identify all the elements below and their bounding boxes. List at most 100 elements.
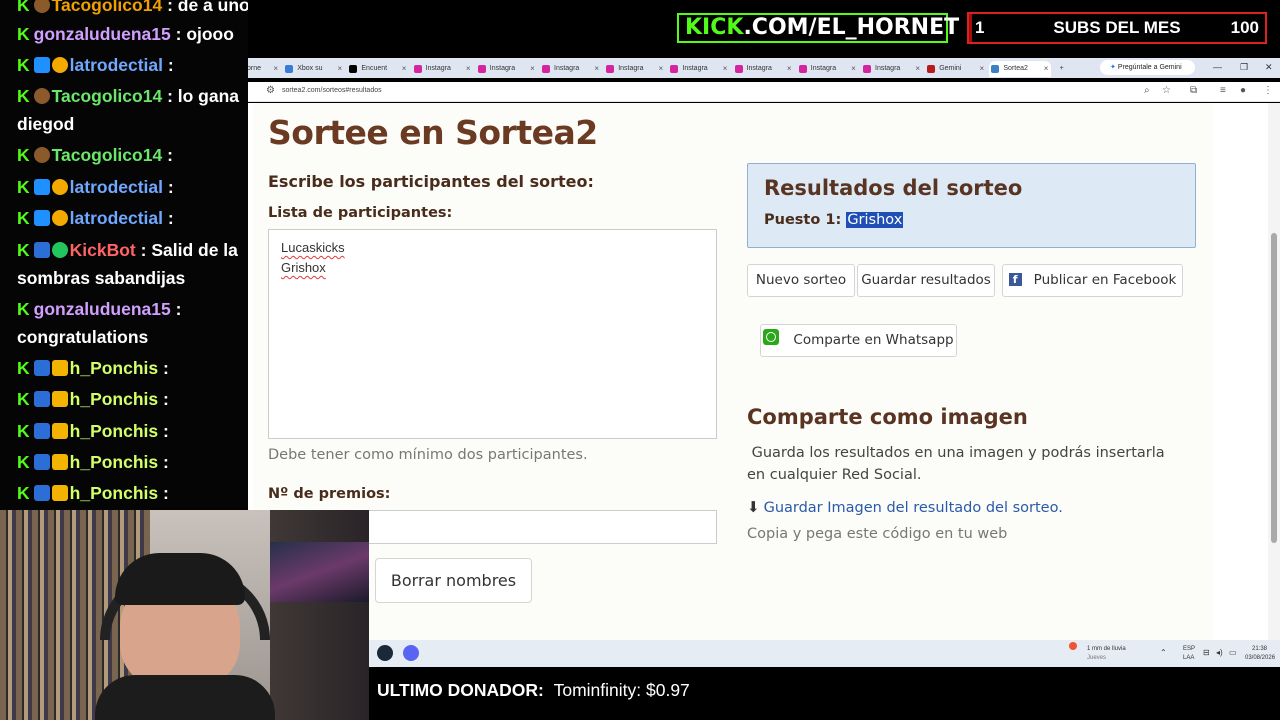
chat-message: sombras sabandijas — [17, 266, 185, 290]
minimize-icon[interactable]: — — [1213, 62, 1222, 72]
bookmark-star-icon[interactable]: ☆ — [1162, 85, 1171, 96]
share-image-title: Comparte como imagen — [747, 405, 1028, 429]
chat-username[interactable]: h_Ponchis — [70, 389, 159, 409]
battery-icon[interactable]: ▭ — [1229, 648, 1237, 657]
search-icon[interactable]: ⌕ — [1144, 85, 1150, 96]
tab-close-icon[interactable]: × — [787, 61, 792, 77]
share-image-description: Guarda los resultados en una imagen y po… — [747, 442, 1177, 486]
profile-icon[interactable]: ● — [1240, 85, 1246, 96]
browser-tab[interactable]: Instagra × — [476, 61, 538, 77]
tab-label: Xbox su — [297, 65, 323, 72]
chat-username[interactable]: latrodectial — [70, 208, 163, 228]
url-field[interactable]: sortea2.com/sorteos#resultados — [282, 87, 382, 94]
chat-username[interactable]: h_Ponchis — [70, 358, 159, 378]
tab-close-icon[interactable]: × — [594, 61, 599, 77]
network-icon[interactable]: ⊟ — [1203, 648, 1210, 657]
tab-close-icon[interactable]: × — [915, 61, 920, 77]
chat-username[interactable]: h_Ponchis — [70, 483, 159, 503]
kick-badge-icon: K — [17, 299, 30, 319]
browser-tab[interactable]: Instagra × — [668, 61, 730, 77]
tab-close-icon[interactable]: × — [1044, 61, 1049, 77]
kick-url-banner: KICK.COM/EL_HORNET — [677, 13, 959, 43]
menu-icon[interactable]: ⋮ — [1263, 85, 1273, 96]
chat-username[interactable]: h_Ponchis — [70, 452, 159, 472]
new-draw-button[interactable]: Nuevo sorteo — [747, 264, 855, 297]
participants-help-text: Debe tener como mínimo dos participantes… — [268, 447, 588, 463]
chat-badge-icon — [51, 454, 68, 470]
page-scrollbar[interactable] — [1268, 103, 1280, 640]
browser-tab[interactable]: Instagra × — [412, 61, 474, 77]
chat-text: diegod — [17, 114, 75, 134]
tab-close-icon[interactable]: × — [466, 61, 471, 77]
facebook-share-button[interactable]: f Publicar en Facebook — [1002, 264, 1183, 297]
chat-badge-icon — [33, 454, 50, 470]
chat-username[interactable]: Tacogolico14 — [52, 86, 163, 106]
tab-close-icon[interactable]: × — [659, 61, 664, 77]
tab-close-icon[interactable]: × — [402, 61, 407, 77]
tab-label: Gemini — [939, 65, 962, 72]
chat-badge-icon — [33, 88, 50, 104]
reading-list-icon[interactable]: ≡ — [1220, 85, 1226, 96]
clock-date[interactable]: 03/08/2026 — [1245, 655, 1275, 661]
volume-icon[interactable]: ◂) — [1216, 648, 1223, 657]
steam-icon[interactable] — [377, 645, 393, 661]
save-results-button[interactable]: Guardar resultados — [857, 264, 995, 297]
participants-textarea[interactable]: Lucaskicks Grishox — [268, 229, 717, 439]
browser-tab[interactable]: Instagra × — [797, 61, 859, 77]
discord-icon[interactable] — [403, 645, 419, 661]
browser-tab[interactable]: Xbox su × — [283, 61, 345, 77]
browser-tab[interactable]: Gemini × — [925, 61, 987, 77]
tab-close-icon[interactable]: × — [273, 61, 278, 77]
participant-entry: Grishox — [281, 260, 326, 275]
browser-tab[interactable]: Encuent × — [347, 61, 409, 77]
close-window-icon[interactable]: ✕ — [1265, 62, 1273, 73]
restore-icon[interactable]: ❐ — [1240, 62, 1248, 73]
chat-username[interactable]: h_Ponchis — [70, 421, 159, 441]
chat-badge-icon — [51, 57, 68, 73]
browser-tab[interactable]: Sortea2 × — [989, 61, 1052, 77]
last-donor-label: ULTIMO DONADOR: — [377, 680, 544, 700]
tab-favicon-icon — [477, 65, 486, 73]
chat-username[interactable]: gonzaluduena15 — [34, 24, 171, 44]
gemini-button[interactable]: ✦ Pregúntale a Gemini — [1100, 60, 1195, 75]
kick-url-text: .COM/EL_HORNET — [743, 15, 960, 40]
subs-goal-bar: 1 SUBS DEL MES 100 — [967, 12, 1267, 44]
kick-badge-icon: K — [17, 421, 30, 441]
chat-username[interactable]: latrodectial — [70, 177, 163, 197]
tab-close-icon[interactable]: × — [980, 61, 985, 77]
chat-message: diegod — [17, 112, 74, 136]
chat-username[interactable]: gonzaluduena15 — [34, 299, 171, 319]
chat-badge-icon — [33, 485, 50, 501]
chat-badge-icon — [51, 210, 68, 226]
prizes-input[interactable] — [368, 510, 717, 544]
chat-message: congratulations — [17, 325, 148, 349]
chat-text: : — [163, 358, 169, 378]
tab-close-icon[interactable]: × — [723, 61, 728, 77]
tab-favicon-icon — [991, 65, 1000, 73]
browser-tab[interactable]: Instagra × — [861, 61, 923, 77]
new-tab-button[interactable]: + — [1058, 61, 1072, 77]
whatsapp-share-button[interactable]: Comparte en Whatsapp — [760, 324, 957, 357]
kick-badge-icon: K — [17, 358, 30, 378]
extensions-icon[interactable]: ⧉ — [1190, 85, 1197, 96]
chat-username[interactable]: KickBot — [70, 240, 136, 260]
tab-close-icon[interactable]: × — [338, 61, 343, 77]
tray-chevron-icon[interactable]: ⌃ — [1160, 648, 1167, 657]
scrollbar-thumb[interactable] — [1271, 233, 1277, 543]
browser-tab[interactable]: Instagra × — [604, 61, 666, 77]
tab-close-icon[interactable]: × — [851, 61, 856, 77]
chat-username[interactable]: Tacogolico14 — [52, 0, 163, 15]
browser-tab[interactable]: Instagra × — [540, 61, 602, 77]
chat-username[interactable]: Tacogolico14 — [52, 145, 163, 165]
save-image-link[interactable]: ⬇ Guardar Imagen del resultado del sorteo… — [747, 498, 1063, 516]
language-text-2[interactable]: LAA — [1183, 655, 1194, 661]
browser-tab[interactable]: Instagra × — [733, 61, 795, 77]
copy-code-text: Copia y pega este código en tu web — [747, 526, 1008, 542]
site-info-icon[interactable]: ⚙ — [266, 85, 275, 96]
clear-names-button[interactable]: Borrar nombres — [375, 558, 532, 603]
system-tray: 1 mm de lluvia Jueves ⌃ ESP LAA ⊟ ◂) ▭ 2… — [1069, 640, 1280, 667]
tab-close-icon[interactable]: × — [530, 61, 535, 77]
clock-time[interactable]: 21:38 — [1252, 646, 1267, 652]
chat-username[interactable]: latrodectial — [70, 55, 163, 75]
language-text[interactable]: ESP — [1183, 646, 1195, 652]
